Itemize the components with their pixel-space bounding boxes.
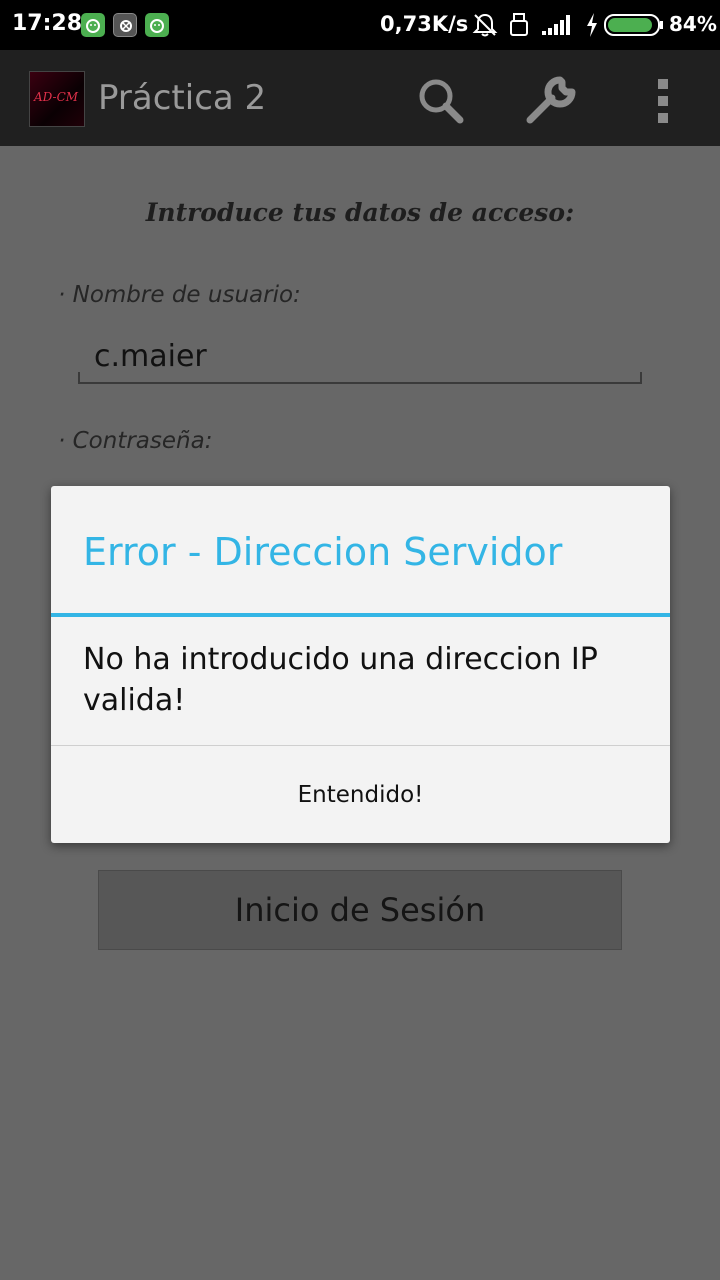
- dialog-ok-button[interactable]: Entendido!: [51, 746, 670, 843]
- app-title: Práctica 2: [98, 78, 267, 118]
- signal-icon: [541, 14, 573, 40]
- error-dialog: Error - Direccion Servidor No ha introdu…: [51, 486, 670, 843]
- notifications-off-icon: [472, 12, 498, 42]
- status-time: 17:28: [12, 11, 83, 36]
- charging-bolt-icon: [585, 12, 599, 42]
- wrench-icon: [526, 76, 576, 124]
- app-logo: AD-CM: [29, 71, 85, 127]
- dialog-title: Error - Direccion Servidor: [83, 530, 563, 574]
- input-underline-right-edge: [640, 372, 642, 384]
- overflow-menu-button[interactable]: [634, 70, 694, 130]
- battery-percent: 84%: [669, 12, 717, 36]
- app-logo-text: AD-CM: [34, 90, 79, 104]
- login-button[interactable]: Inicio de Sesión: [98, 870, 622, 950]
- dialog-title-divider: [51, 613, 670, 617]
- form-heading: Introduce tus datos de acceso:: [145, 198, 575, 227]
- status-bar: 17:28 0,73K/s 84%: [0, 0, 720, 50]
- dialog-message: No ha introducido una direccion IP valid…: [83, 642, 598, 718]
- username-label: · Nombre de usuario:: [58, 282, 301, 308]
- android-notification-icon: [145, 13, 169, 37]
- settings-button[interactable]: [522, 70, 582, 130]
- network-speed: 0,73K/s: [380, 12, 469, 36]
- android-notification-icon: [81, 13, 105, 37]
- bug-notification-icon: [113, 13, 137, 37]
- password-label: · Contraseña:: [58, 428, 213, 454]
- input-underline-left-edge: [78, 372, 80, 384]
- usb-icon: [508, 12, 530, 42]
- overflow-menu-icon: [658, 79, 668, 123]
- username-input[interactable]: [78, 330, 642, 384]
- search-button[interactable]: [410, 70, 470, 130]
- search-icon: [419, 79, 464, 124]
- battery-icon: [604, 13, 664, 41]
